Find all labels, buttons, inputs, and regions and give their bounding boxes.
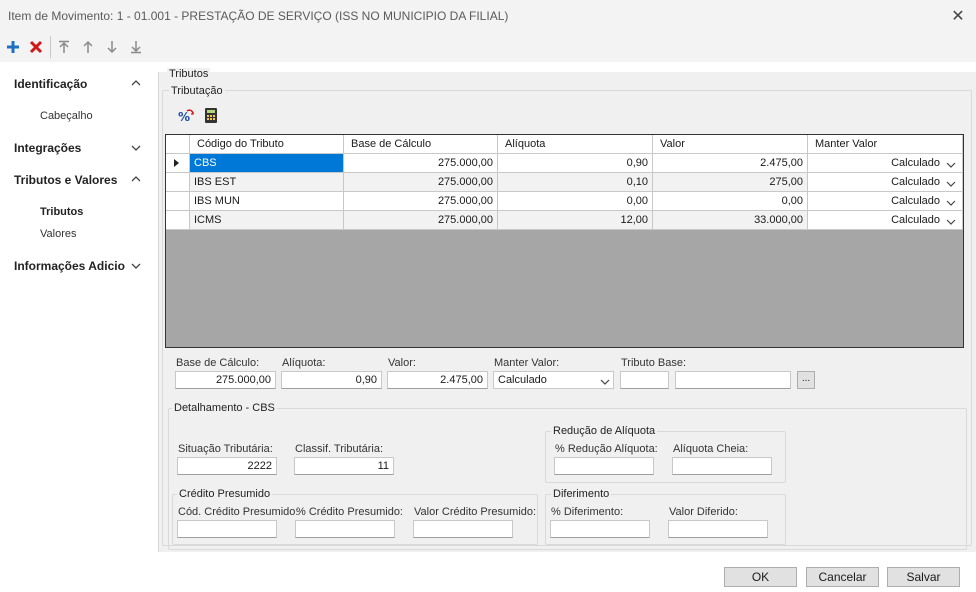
nav-item-valores[interactable]: Valores [40, 228, 76, 240]
row-indicator[interactable] [166, 173, 190, 192]
aliquota-cheia-input[interactable] [672, 457, 772, 475]
grid-cell[interactable]: 0,00 [498, 192, 653, 211]
browse-button[interactable]: ... [797, 371, 815, 389]
diferimento-title: Diferimento [551, 488, 612, 500]
diferimento-pct-input[interactable] [550, 520, 650, 538]
chevron-down-icon[interactable] [131, 143, 141, 156]
tributo-base-desc-input[interactable] [675, 371, 791, 389]
grid-cell-select[interactable]: Calculado [808, 192, 963, 211]
credito-pct-input[interactable] [295, 520, 395, 538]
aliquota-cheia-label: Alíquota Cheia: [673, 443, 749, 455]
grid-cell[interactable]: 0,00 [653, 192, 808, 211]
move-bottom-icon[interactable] [127, 38, 145, 56]
nav-group-tributos-valores[interactable]: Tributos e Valores [14, 173, 117, 187]
manter-valor-select[interactable]: Calculado [493, 371, 614, 389]
close-icon[interactable]: ✕ [948, 6, 968, 26]
classif-input[interactable]: 11 [294, 457, 394, 475]
grid-cell[interactable]: 33.000,00 [653, 211, 808, 230]
chevron-down-icon[interactable] [946, 197, 956, 211]
grid-cell[interactable]: 275,00 [653, 173, 808, 192]
reducao-title: Redução de Alíquota [551, 425, 658, 437]
grid-cell[interactable]: IBS MUN [190, 192, 344, 211]
grid-cell[interactable]: 275.000,00 [344, 173, 498, 192]
move-top-icon[interactable] [55, 38, 73, 56]
toolbar-separator [50, 36, 51, 58]
column-header[interactable]: Valor [653, 135, 808, 154]
reducao-pct-input[interactable] [554, 457, 654, 475]
credito-pct-label: % Crédito Presumido: [296, 506, 403, 518]
section-subtitle: Tributação [169, 85, 225, 97]
delete-icon[interactable] [27, 38, 45, 56]
manter-valor-label: Manter Valor: [494, 357, 560, 369]
grid-cell[interactable]: 275.000,00 [344, 192, 498, 211]
percent-recalc-icon[interactable]: % [177, 108, 195, 124]
tributo-base-code-input[interactable] [620, 371, 669, 389]
row-indicator[interactable] [166, 192, 190, 211]
classif-label: Classif. Tributária: [295, 443, 384, 455]
column-header[interactable]: Código do Tributo [190, 135, 344, 154]
row-indicator[interactable] [166, 211, 190, 230]
row-header-corner [166, 135, 190, 154]
credito-title: Crédito Presumido [177, 488, 273, 500]
nav-item-cabecalho[interactable]: Cabeçalho [40, 110, 93, 122]
grid-cell[interactable]: 275.000,00 [344, 211, 498, 230]
valor-diferido-input[interactable] [668, 520, 768, 538]
tributo-base-label: Tributo Base: [621, 357, 687, 369]
grid-cell[interactable]: CBS [190, 154, 344, 173]
nav-group-informacoes[interactable]: Informações Adicio [14, 259, 125, 273]
diferimento-pct-label: % Diferimento: [551, 506, 624, 518]
aliquota-input[interactable]: 0,90 [281, 371, 382, 389]
grid-cell[interactable]: ICMS [190, 211, 344, 230]
nav-item-tributos[interactable]: Tributos [40, 206, 83, 218]
grid-cell[interactable]: 0,10 [498, 173, 653, 192]
credito-valor-input[interactable] [413, 520, 513, 538]
grid-cell-select[interactable]: Calculado [808, 173, 963, 192]
grid-cell[interactable]: IBS EST [190, 173, 344, 192]
chevron-down-icon[interactable] [946, 216, 956, 230]
reducao-pct-label: % Redução Alíquota: [555, 443, 658, 455]
tributos-grid[interactable]: Código do Tributo Base de Cálculo Alíquo… [165, 134, 964, 348]
grid-cell[interactable]: 12,00 [498, 211, 653, 230]
chevron-down-icon[interactable] [946, 178, 956, 192]
situacao-label: Situação Tributária: [178, 443, 273, 455]
base-calculo-input[interactable]: 275.000,00 [175, 371, 276, 389]
valor-diferido-label: Valor Diferido: [669, 506, 738, 518]
chevron-down-icon[interactable] [946, 159, 956, 173]
window-title: Item de Movimento: 1 - 01.001 - PRESTAÇÃ… [8, 9, 509, 23]
nav-group-identificacao[interactable]: Identificação [14, 77, 87, 91]
chevron-up-icon[interactable] [131, 78, 141, 91]
credito-cod-input[interactable] [177, 520, 277, 538]
base-calculo-label: Base de Cálculo: [176, 357, 260, 369]
row-indicator[interactable] [166, 154, 190, 173]
toolbar [0, 32, 976, 62]
cancel-button[interactable]: Cancelar [806, 567, 879, 587]
svg-text:%: % [178, 110, 190, 124]
add-icon[interactable] [4, 38, 22, 56]
grid-cell-select[interactable]: Calculado [808, 211, 963, 230]
section-title: Tributos [167, 68, 211, 80]
calculator-icon[interactable] [204, 107, 218, 124]
column-header[interactable]: Manter Valor [808, 135, 963, 154]
credito-valor-label: Valor Crédito Presumido: [414, 506, 537, 518]
grid-cell[interactable]: 2.475,00 [653, 154, 808, 173]
move-down-icon[interactable] [103, 38, 121, 56]
grid-cell[interactable]: 275.000,00 [344, 154, 498, 173]
detalhamento-title: Detalhamento - CBS [172, 402, 277, 414]
situacao-input[interactable]: 2222 [177, 457, 277, 475]
save-button[interactable]: Salvar [887, 567, 960, 587]
chevron-down-icon[interactable] [131, 261, 141, 274]
column-header[interactable]: Alíquota [498, 135, 653, 154]
chevron-down-icon[interactable] [600, 376, 610, 390]
grid-cell[interactable]: 0,90 [498, 154, 653, 173]
nav-group-integracoes[interactable]: Integrações [14, 141, 81, 155]
credito-cod-label: Cód. Crédito Presumido: [178, 506, 299, 518]
move-up-icon[interactable] [79, 38, 97, 56]
column-header[interactable]: Base de Cálculo [344, 135, 498, 154]
valor-label: Valor: [388, 357, 416, 369]
valor-input[interactable]: 2.475,00 [387, 371, 488, 389]
aliquota-label: Alíquota: [282, 357, 326, 369]
chevron-up-icon[interactable] [131, 174, 141, 187]
ok-button[interactable]: OK [724, 567, 797, 587]
grid-cell-select[interactable]: Calculado [808, 154, 963, 173]
